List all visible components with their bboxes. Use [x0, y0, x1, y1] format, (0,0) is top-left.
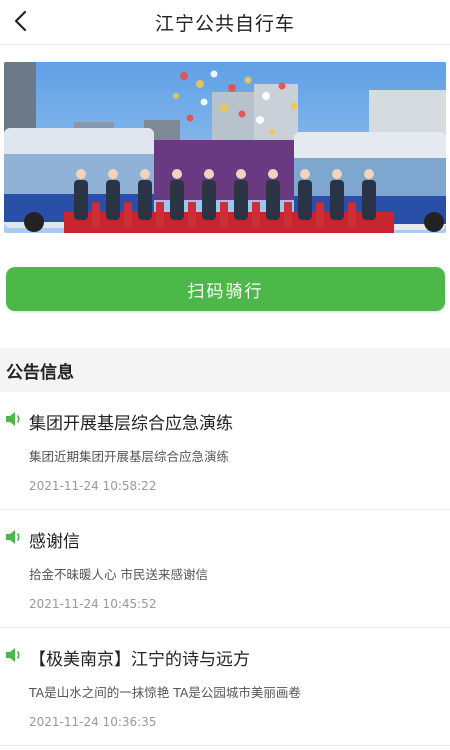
announcement-summary: 拾金不昧暖人心 市民送来感谢信 — [29, 567, 208, 582]
announcement-time: 2021-11-24 10:58:22 — [29, 479, 157, 493]
announcement-title: 【极美南京】江宁的诗与远方 — [29, 650, 250, 670]
speaker-icon — [6, 412, 20, 426]
back-button[interactable] — [6, 6, 36, 36]
banner-image[interactable] — [4, 62, 446, 233]
scan-to-ride-button[interactable]: 扫码骑行 — [6, 267, 445, 311]
announcements-heading: 公告信息 — [0, 348, 450, 392]
app-header: 江宁公共自行车 — [0, 0, 450, 45]
announcement-summary: 集团近期集团开展基层综合应急演练 — [29, 449, 230, 464]
announcement-time: 2021-11-24 10:45:52 — [29, 597, 157, 611]
page-title: 江宁公共自行车 — [154, 12, 295, 35]
announcement-item[interactable]: 集团开展基层综合应急演练 集团近期集团开展基层综合应急演练 2021-11-24… — [0, 392, 450, 510]
announcement-title: 集团开展基层综合应急演练 — [29, 414, 233, 434]
announcement-list: 集团开展基层综合应急演练 集团近期集团开展基层综合应急演练 2021-11-24… — [0, 392, 450, 746]
announcement-item[interactable]: 【极美南京】江宁的诗与远方 TA是山水之间的一抹惊艳 TA是公园城市美丽画卷 2… — [0, 628, 450, 746]
announcement-summary: TA是山水之间的一抹惊艳 TA是公园城市美丽画卷 — [29, 685, 301, 700]
speaker-icon — [6, 530, 20, 544]
speaker-icon — [6, 648, 20, 662]
announcement-time: 2021-11-24 10:36:35 — [29, 715, 157, 729]
announcement-item[interactable]: 感谢信 拾金不昧暖人心 市民送来感谢信 2021-11-24 10:45:52 — [0, 510, 450, 628]
chevron-left-icon — [14, 10, 27, 32]
banner-photo — [4, 62, 446, 233]
announcement-title: 感谢信 — [29, 532, 80, 552]
